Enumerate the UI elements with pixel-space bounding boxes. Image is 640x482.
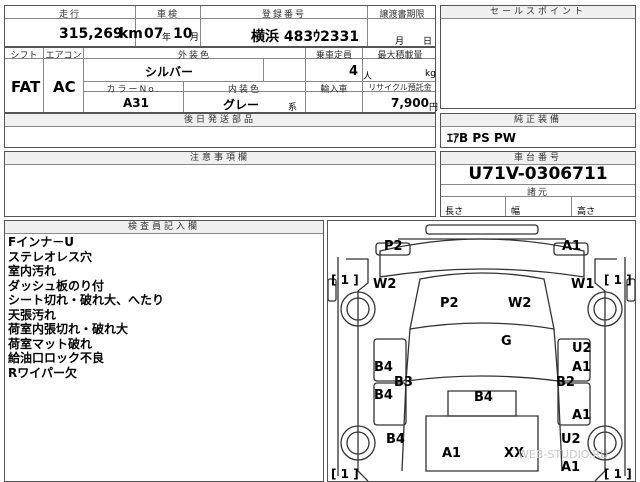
inspector-notes: Fインナ－U ステレオレス穴 室内汚れ ダッシュ板のり付 シート切れ・破れ大、へ… [8,235,164,380]
equipment-value: ｴｱB PS PW [447,131,516,145]
car-diagram-box: P2 A1 W2 W1 P2 W2 G U2 A1 B4 B3 B2 B4 B4… [327,220,636,482]
interior-label: 内装色 [227,85,261,95]
mark-g-roof: G [501,334,512,349]
shift-value: FAT [11,78,41,96]
shift-label: シフト [10,51,38,61]
length-label: 長さ [445,207,464,217]
mark-b2-right: B2 [556,375,575,390]
chassis-value: U71V-0306711 [468,164,608,184]
mileage-label: 走行 [58,10,81,20]
mark-w2-left: W2 [373,277,397,292]
interior-suffix: 系 [288,103,298,113]
sales-point-label: セールスポイント [441,6,635,19]
bracket-bottom-right: [ 1 ] [604,467,632,481]
color-no-label: カラーNo. [106,85,161,95]
aircon-value: AC [53,78,76,96]
notes-box: 注意事項欄 [4,151,436,217]
notes-label: 注意事項欄 [5,152,435,165]
inspection-label: 車検 [156,10,179,20]
inspector-note: 荷室マット破れ [8,336,93,351]
mark-p2-front: P2 [384,239,403,254]
inspector-note: Rワイパー欠 [8,365,78,380]
vehicle-header-box: 走行 車検 登録番号 譲渡書期限 315,269 km 07 年 10 月 横浜… [4,5,436,47]
max-load-label: 最大積載量 [377,51,423,61]
mileage-value: 315,269 [59,26,123,42]
mark-b4-left-rear: B4 [386,432,405,447]
width-label: 幅 [511,207,521,217]
exterior-value: シルバー [145,65,194,79]
capacity-unit: 人 [363,72,373,82]
specs-box: シフト エアコン 外装色 乗車定員 最大積載量 FAT AC シルバー 4 人 … [4,47,439,113]
color-no-value: A31 [123,96,149,110]
max-load-unit: kg [425,69,436,79]
bracket-top-right: [ 1 ] [604,273,632,287]
sales-point-box: セールスポイント [440,5,636,109]
recycle-label: リサイクル預託金 [368,83,432,92]
recycle-value: 7,900 [391,96,429,110]
inspector-note: シート切れ・破れ大、へたり [8,293,165,307]
equipment-box: 純正装備 ｴｱB PS PW [440,113,636,148]
inspection-year: 07 [144,26,164,42]
mark-a1-rear-right: A1 [561,460,581,475]
capacity-label: 乗車定員 [315,51,352,61]
mark-w1-right: W1 [571,277,595,292]
import-label: 輸入車 [320,85,348,95]
bracket-bottom-left: [ 1 ] [331,467,359,481]
aftermarket-label: 後日発送部品 [5,114,435,127]
transfer-day-unit: 日 [423,37,433,47]
mark-a1-right-front: A1 [572,360,592,375]
watermark: WEB-STUDIO.RU [518,448,609,461]
aircon-label: エアコン [45,51,82,61]
inspection-year-unit: 年 [162,33,172,43]
exterior-label: 外装色 [177,51,211,61]
mark-a1-right-mid: A1 [572,408,592,423]
registration-label: 登録番号 [261,10,306,20]
registration-value: 横浜 483ｳ2331 [251,29,360,45]
interior-value: グレー [223,98,260,112]
transfer-month-unit: 月 [395,37,405,47]
mark-a1-rear-left: A1 [442,446,462,461]
equipment-label: 純正装備 [441,114,635,127]
inspector-note: ダッシュ板のり付 [8,278,105,293]
mark-b4-center: B4 [474,390,493,405]
mark-u2-right-front: U2 [572,341,592,356]
recycle-unit: 円 [429,103,439,113]
mark-b4-left-mid: B4 [374,388,393,403]
mark-p2-roof: P2 [440,296,459,311]
mark-w2-roof: W2 [508,296,532,311]
height-label: 高さ [577,207,596,217]
mark-a1-front: A1 [562,239,582,254]
inspector-note: 天張汚れ [8,307,57,322]
inspector-note: ステレオレス穴 [8,249,93,264]
inspector-note: 荷室内張切れ・破れ大 [8,322,129,336]
mileage-unit: km [119,26,143,42]
inspector-label: 検査員記入欄 [5,221,323,234]
transfer-label: 譲渡書期限 [379,10,425,20]
inspection-month-unit: 月 [190,33,200,43]
bracket-top-left: [ 1 ] [331,273,359,287]
inspector-note: 給油口ロック不良 [8,351,105,365]
aftermarket-box: 後日発送部品 [4,113,436,148]
capacity-value: 4 [349,64,359,79]
mark-b3-left: B3 [394,375,413,390]
chassis-box: 車台番号 U71V-0306711 諸元 長さ 幅 高さ [440,151,636,217]
inspector-note: Fインナ－U [8,235,74,249]
mark-b4-left-front: B4 [374,360,393,375]
inspector-note: 室内汚れ [8,264,57,278]
mark-u2-right-rear: U2 [561,432,581,447]
